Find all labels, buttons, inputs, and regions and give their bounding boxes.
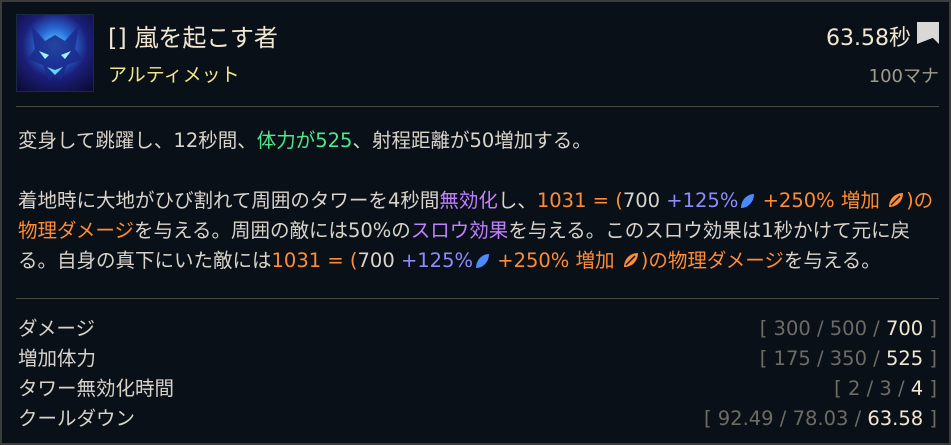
disable-keyword: 無効化 — [439, 189, 498, 212]
ability-description: 変身して跳躍し、12秒間、体力が525、射程距離が50増加する。 着地時に大地が… — [18, 126, 936, 276]
slow-keyword: スロウ効果 — [410, 219, 509, 242]
stat-row-tower-disable: タワー無効化時間 [ 2 / 3 / 4 ] — [18, 374, 937, 404]
stat-label: 増加体力 — [18, 347, 97, 370]
stat-label: ダメージ — [18, 317, 96, 340]
description-paragraph-2: 着地時に大地がひび割れて周囲のタワーを4秒間無効化し、1031 = (700 +… — [18, 189, 934, 272]
stat-values: [ 2 / 3 / 4 ] — [834, 377, 937, 400]
ap-ratio-icon — [476, 254, 490, 268]
stat-label: クールダウン — [18, 407, 136, 430]
stat-row-cooldown: クールダウン [ 92.49 / 78.03 / 63.58 ] — [18, 404, 937, 434]
stat-label: タワー無効化時間 — [18, 377, 175, 400]
stat-row-bonus-health: 増加体力 [ 175 / 350 / 525 ] — [18, 344, 937, 374]
stat-values: [ 300 / 500 / 700 ] — [759, 317, 937, 340]
mana-cost: 100マナ — [868, 66, 939, 87]
description-paragraph-1: 変身して跳躍し、12秒間、体力が525、射程距離が50増加する。 — [18, 129, 592, 152]
stat-values: [ 92.49 / 78.03 / 63.58 ] — [703, 407, 937, 430]
physical-damage: )の物理ダメージ — [640, 249, 784, 272]
stat-values: [ 175 / 350 / 525 ] — [759, 347, 937, 370]
health-bonus: 体力が525 — [256, 129, 353, 152]
wolf-storm-icon — [16, 14, 94, 92]
cooldown-icon — [917, 22, 939, 44]
ability-tooltip: [] 嵐を起こす者 アルティメット 63.58秒 100マナ 変身して跳躍し、1… — [0, 0, 951, 445]
ad-ratio-icon — [889, 193, 904, 207]
stats-divider — [16, 298, 939, 299]
ability-stats: ダメージ [ 300 / 500 / 700 ] 増加体力 [ 175 / 35… — [18, 314, 937, 434]
header-divider — [16, 106, 939, 107]
stat-row-damage: ダメージ [ 300 / 500 / 700 ] — [18, 314, 937, 344]
cooldown-value: 63.58秒 — [826, 26, 911, 51]
ability-header: [] 嵐を起こす者 アルティメット 63.58秒 100マナ — [16, 14, 939, 98]
ap-ratio-icon — [741, 194, 755, 208]
ability-type: アルティメット — [108, 64, 240, 86]
ability-title: [] 嵐を起こす者 — [108, 24, 278, 52]
ad-ratio-icon — [623, 253, 638, 267]
